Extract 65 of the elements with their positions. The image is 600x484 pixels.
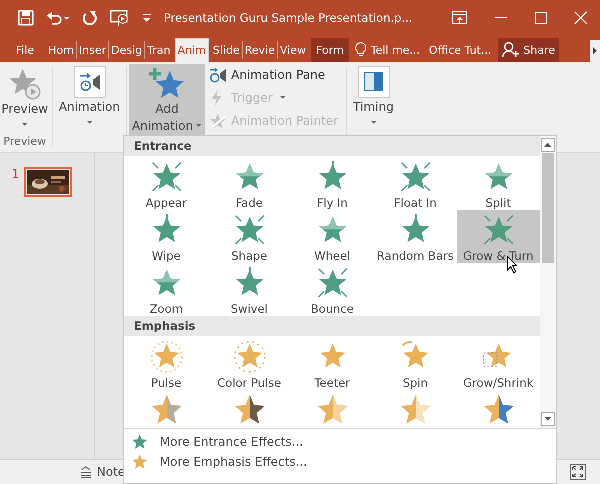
fit-to-window-icon[interactable] [570,464,586,480]
animation-button[interactable]: Animation [55,62,124,152]
add-person-icon [502,42,520,58]
effect-option[interactable]: Bounce [291,263,374,316]
group-label: Preview [4,135,46,150]
slide-number: 1 [12,167,20,181]
section-header: Emphasis [124,316,540,336]
customize-icon[interactable] [142,13,152,23]
animation-pane-button[interactable]: Animation Pane [209,66,338,84]
effect-option[interactable]: Float In [374,157,457,210]
ribbon-tab[interactable]: Inser [77,38,108,62]
effect-option[interactable]: Wipe [125,210,208,263]
effect-option[interactable]: Zoom [125,263,208,316]
ribbon-tab[interactable]: Office Tut... [425,38,496,62]
lightbulb-icon [354,42,367,58]
preview-button[interactable]: Preview [0,62,52,128]
effect-option[interactable]: Teeter [291,337,374,390]
ribbon-tab[interactable]: View [278,38,308,62]
effect-option[interactable]: Color Pulse [208,337,291,390]
add-star-icon [149,66,186,100]
effect-option[interactable]: Split [457,157,540,210]
timing-icon [358,66,390,98]
effect-option[interactable]: Spin [374,337,457,390]
save-icon[interactable] [18,10,34,26]
slideshow-icon[interactable] [110,9,130,27]
ribbon-tab[interactable]: Anim [174,38,210,62]
ribbon-tab[interactable]: Tell me... [348,38,426,62]
maximize-icon[interactable] [534,11,548,25]
scrollbar-thumb[interactable] [542,153,554,263]
star-play-icon [9,68,41,100]
effect-option[interactable]: Random Bars [374,210,457,263]
menu-item[interactable]: More Emphasis Effects... [124,452,556,472]
ribbon-tab[interactable]: Hom [46,38,76,62]
ribbon-tab[interactable]: Tran [145,38,173,62]
effect-option[interactable]: Fade [208,157,291,210]
effect-option[interactable]: Shape [208,210,291,263]
effect-option[interactable]: Swivel [208,263,291,316]
effect-option[interactable]: Fly In [291,157,374,210]
menu-item[interactable]: More Entrance Effects... [124,432,556,452]
animation-pane-icon [209,67,228,83]
scroll-down-icon[interactable] [541,412,555,426]
star-icon [132,454,148,470]
section-header: Entrance [124,136,540,156]
ribbon-display-icon[interactable] [452,11,468,25]
redo-icon[interactable] [82,10,98,26]
effect-option[interactable]: Wheel [291,210,374,263]
ribbon-tab[interactable]: Slide [211,38,242,62]
slide-thumbnail[interactable] [24,167,72,197]
effect-option[interactable]: Appear [125,157,208,210]
window-title: Presentation Guru Sample Presentation.p... [163,11,414,25]
ribbon-tab[interactable]: Desig [109,38,144,62]
ribbon-tab[interactable]: Share [498,38,560,62]
scroll-right-icon[interactable] [590,40,600,62]
scroll-up-icon[interactable] [541,138,555,152]
notes-icon [80,466,92,478]
ribbon-tab[interactable]: File [0,38,46,62]
ribbon-tab[interactable]: Form [311,38,349,62]
star-icon [132,434,148,450]
undo-icon[interactable] [46,10,70,26]
close-icon[interactable] [574,11,588,25]
ribbon-tab[interactable]: Revie [242,38,278,62]
effect-option[interactable]: Pulse [125,337,208,390]
star-brush-icon [209,113,228,129]
effect-option[interactable]: Grow/Shrink [457,337,540,390]
animation-styles-icon [74,66,106,98]
